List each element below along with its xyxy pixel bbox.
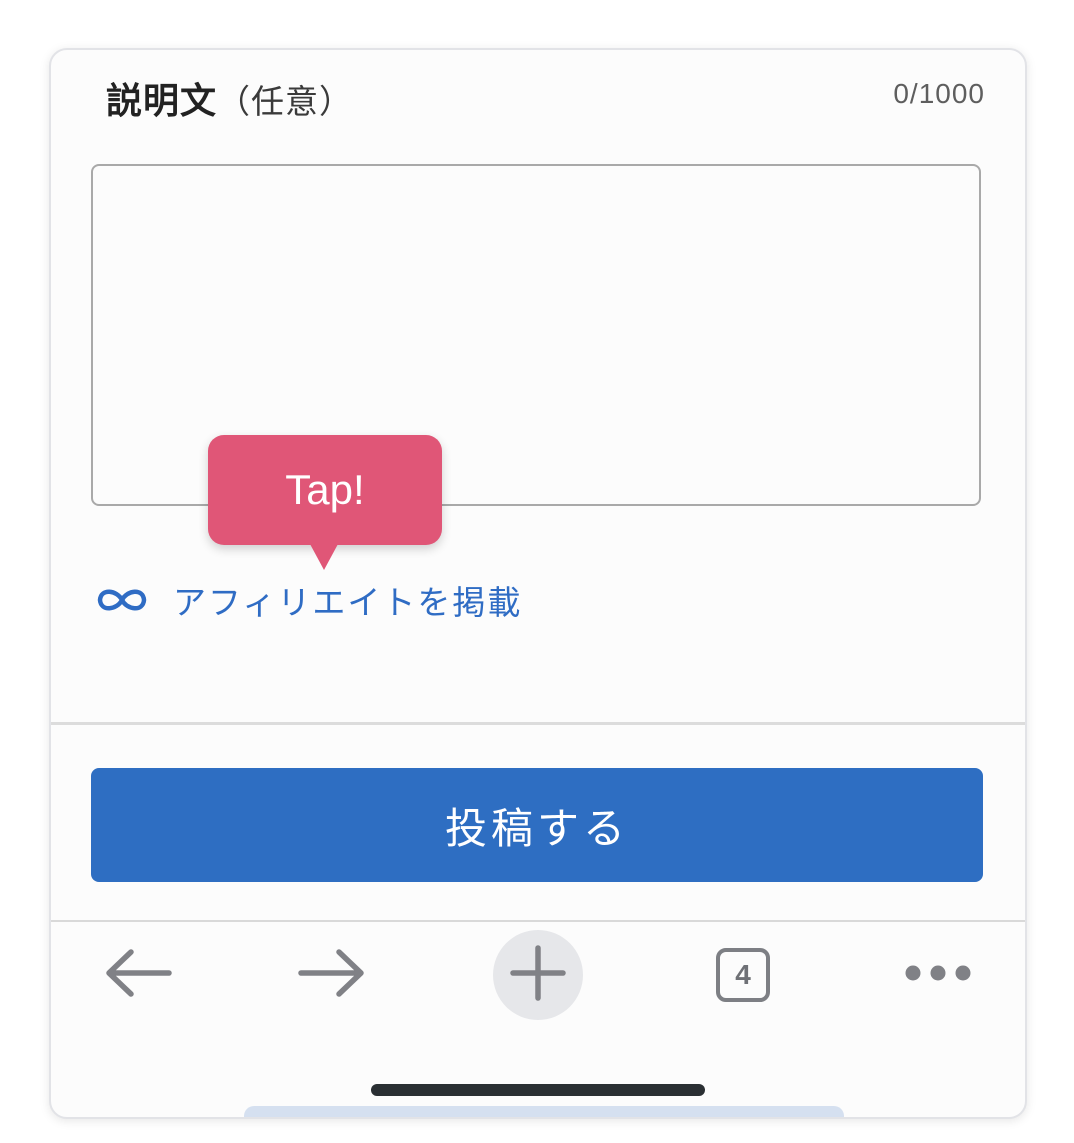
- arrow-left-icon: [103, 945, 173, 1005]
- more-dots-icon: [903, 963, 973, 987]
- back-button[interactable]: [93, 930, 183, 1020]
- home-indicator: [371, 1084, 705, 1096]
- tab-count: 4: [716, 948, 770, 1002]
- tap-tooltip: Tap!: [208, 435, 442, 545]
- optional-label: （任意）: [217, 82, 354, 121]
- tabs-button[interactable]: 4: [698, 930, 788, 1020]
- toolbar-divider: [51, 920, 1025, 922]
- bottom-strip: [244, 1106, 844, 1117]
- affiliate-label: アフィリエイトを掲載: [173, 583, 523, 622]
- description-title-label: 説明文: [106, 81, 218, 122]
- section-divider: [51, 722, 1025, 725]
- infinity-link-icon: [95, 583, 149, 617]
- tooltip-tail: [310, 544, 338, 570]
- new-tab-circle: [493, 930, 583, 1020]
- character-counter: 0/1000: [893, 78, 985, 109]
- submit-button[interactable]: 投稿する: [91, 768, 983, 882]
- description-header: 説明文（任意） 0/1000: [106, 72, 985, 124]
- browser-frame: 説明文（任意） 0/1000 Tap! アフィリエイトを掲載 投稿する 4: [49, 48, 1027, 1119]
- arrow-right-icon: [297, 945, 367, 1005]
- more-button[interactable]: [893, 930, 983, 1020]
- description-title: 説明文（任意）: [106, 72, 353, 124]
- forward-button[interactable]: [287, 930, 377, 1020]
- new-tab-button[interactable]: [493, 930, 583, 1020]
- affiliate-link[interactable]: アフィリエイトを掲載: [95, 575, 522, 625]
- plus-icon: [510, 945, 566, 1005]
